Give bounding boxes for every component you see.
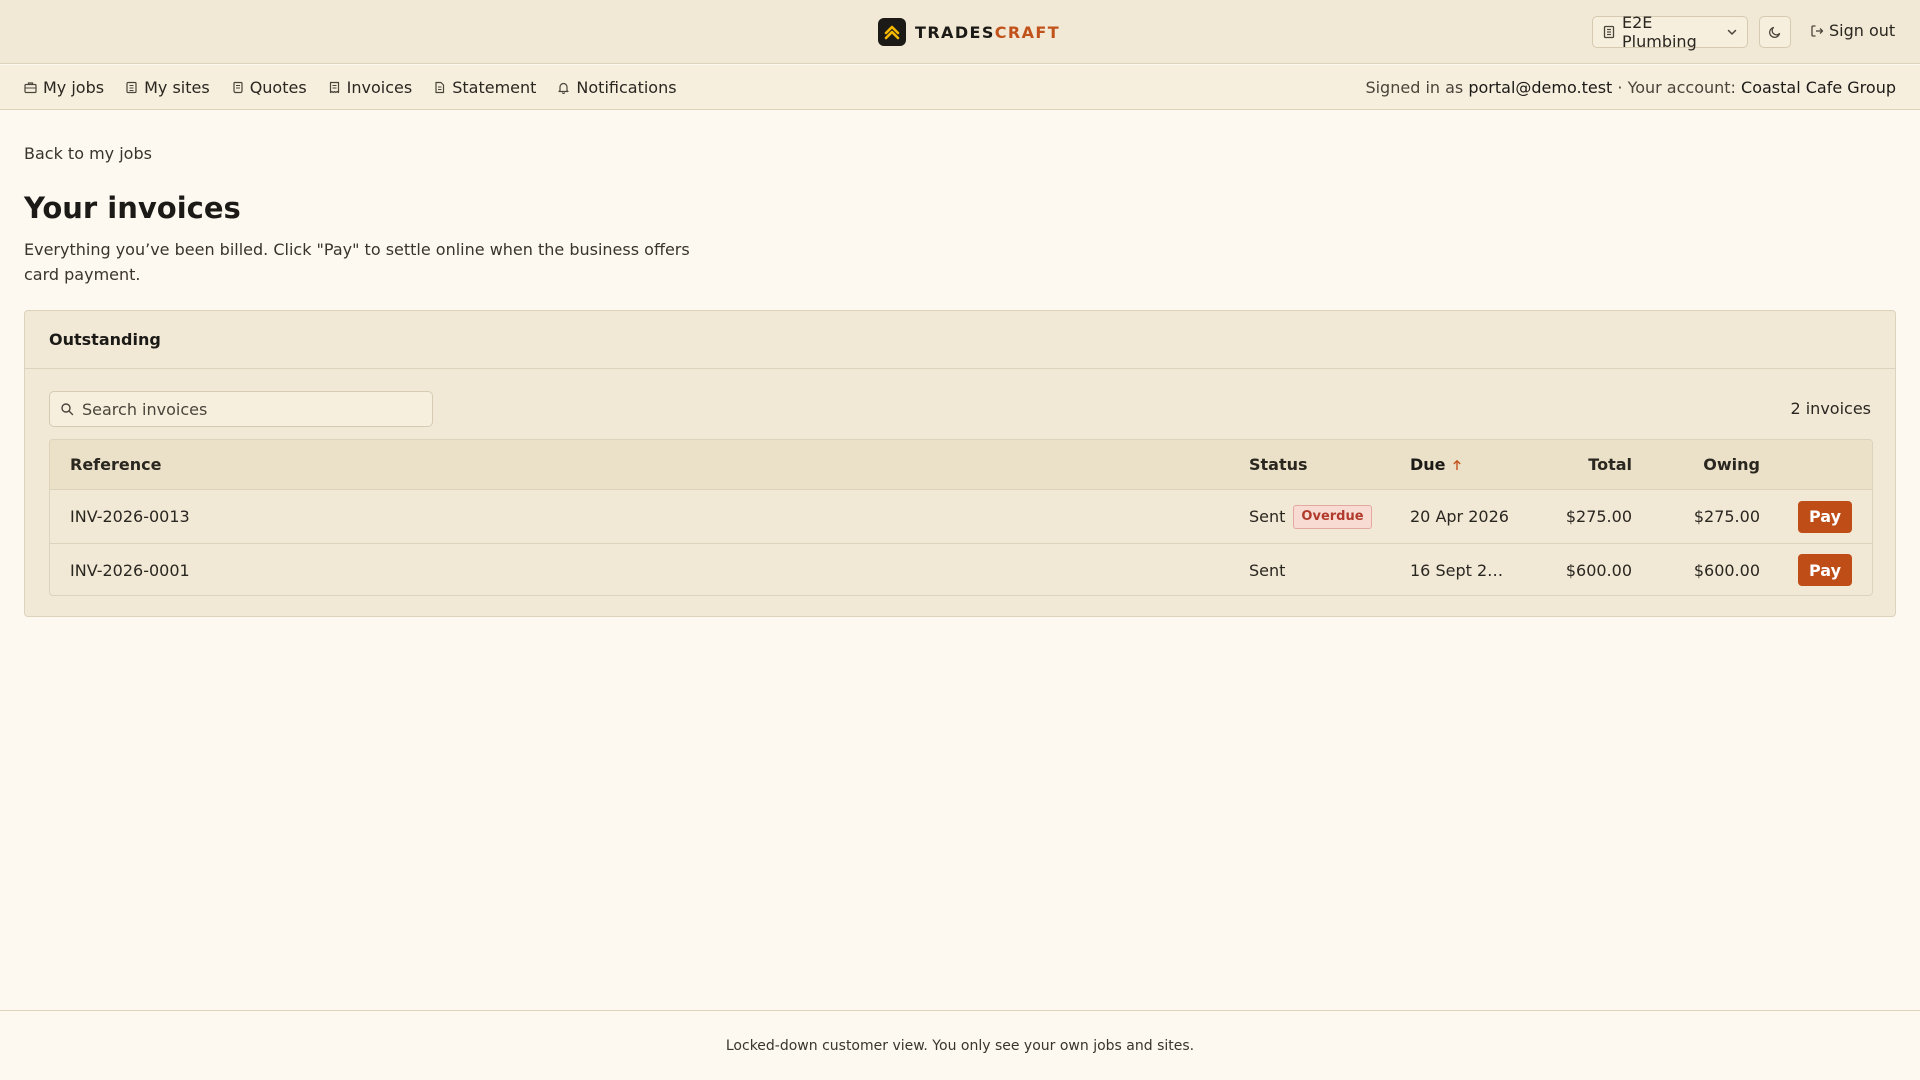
page-description: Everything you’ve been billed. Click "Pa… xyxy=(24,240,690,284)
invoices-table: Reference Status Due Total Owing INV-202… xyxy=(49,439,1873,596)
search-input[interactable] xyxy=(82,399,422,419)
log-out-icon xyxy=(1810,24,1824,38)
invoice-owing: $600.00 xyxy=(1693,560,1760,580)
document-icon xyxy=(433,81,446,94)
back-to-jobs-link[interactable]: Back to my jobs xyxy=(24,144,152,163)
nav-item-notifications[interactable]: Notifications xyxy=(557,77,677,97)
building-icon xyxy=(125,81,138,94)
invoice-reference[interactable]: INV-2026-0013 xyxy=(70,490,190,543)
organization-select-value: E2E Plumbing xyxy=(1622,13,1697,51)
status-text: Sent xyxy=(1249,507,1286,526)
table-row[interactable]: INV-2026-0001 Sent 16 Sept 2026 $600.00 … xyxy=(50,543,1872,595)
moon-icon xyxy=(1768,25,1782,39)
chevrons-up-icon xyxy=(878,18,906,46)
column-header-owing[interactable]: Owing xyxy=(1703,440,1760,489)
footer: Locked-down customer view. You only see … xyxy=(0,1010,1920,1080)
invoice-status: Sent xyxy=(1249,544,1286,595)
signed-in-email: portal@demo.test xyxy=(1468,78,1613,97)
invoice-action: Pay xyxy=(1798,490,1852,543)
bell-icon xyxy=(557,81,570,94)
invoice-search-field[interactable] xyxy=(49,391,433,427)
nav-items: My jobs My sites Quotes Invoices Stateme… xyxy=(24,65,677,109)
invoice-due-date: 16 Sept 2026 xyxy=(1410,544,1510,595)
column-header-total[interactable]: Total xyxy=(1588,440,1632,489)
column-header-due[interactable]: Due xyxy=(1410,440,1462,489)
brand-logo[interactable]: TRADESCRAFT xyxy=(878,18,1060,46)
column-header-reference[interactable]: Reference xyxy=(70,440,161,489)
overdue-badge: Overdue xyxy=(1293,504,1372,529)
due-date-text: 20 Apr 2026 xyxy=(1410,507,1509,526)
receipt-icon xyxy=(328,81,341,94)
sort-ascending-icon xyxy=(1452,459,1462,471)
table-row[interactable]: INV-2026-0013 Sent Overdue 20 Apr 2026 $… xyxy=(50,490,1872,543)
due-date-text: 16 Sept 2026 xyxy=(1410,560,1510,580)
nav-item-invoices[interactable]: Invoices xyxy=(328,77,413,97)
page-title: Your invoices xyxy=(24,191,241,225)
column-header-status[interactable]: Status xyxy=(1249,440,1308,489)
pay-button[interactable]: Pay xyxy=(1798,500,1852,533)
outstanding-invoices-card: Outstanding 2 invoices Reference Status … xyxy=(24,310,1896,617)
nav-item-label: Notifications xyxy=(576,77,677,97)
top-bar: TRADESCRAFT E2E Plumbing Sign out xyxy=(0,0,1920,64)
theme-toggle-button[interactable] xyxy=(1759,16,1791,48)
sign-out-label: Sign out xyxy=(1829,21,1896,40)
invoice-total: $600.00 xyxy=(1565,560,1632,580)
organization-select[interactable]: E2E Plumbing xyxy=(1592,13,1748,51)
sign-out-button[interactable]: Sign out xyxy=(1810,21,1895,40)
building-icon xyxy=(1602,25,1616,39)
table-header-row: Reference Status Due Total Owing xyxy=(50,440,1872,490)
nav-item-label: My sites xyxy=(144,77,210,97)
nav-item-quotes[interactable]: Quotes xyxy=(231,78,307,97)
invoice-owing: $275.00 xyxy=(1693,507,1760,526)
nav-item-label: Statement xyxy=(452,77,537,97)
account-info: Signed in as portal@demo.test · Your acc… xyxy=(1365,78,1896,97)
pay-button[interactable]: Pay xyxy=(1798,554,1852,586)
nav-item-label: My jobs xyxy=(43,77,105,97)
nav-item-label: Invoices xyxy=(346,77,413,97)
invoice-reference[interactable]: INV-2026-0001 xyxy=(70,544,190,595)
column-header-due-label: Due xyxy=(1410,455,1446,474)
status-text: Sent xyxy=(1249,560,1286,580)
account-prefix: · Your account: xyxy=(1617,78,1736,97)
nav-item-my-sites[interactable]: My sites xyxy=(125,78,210,97)
briefcase-icon xyxy=(24,81,37,94)
brand-name-part2: CRAFT xyxy=(994,22,1061,42)
chevron-down-icon xyxy=(1726,26,1738,38)
card-title: Outstanding xyxy=(25,311,1895,369)
invoice-due-date: 20 Apr 2026 xyxy=(1410,490,1510,543)
nav-item-label: Quotes xyxy=(249,77,307,97)
invoice-total: $275.00 xyxy=(1565,507,1632,526)
invoice-action: Pay xyxy=(1798,544,1852,595)
invoice-count: 2 invoices xyxy=(1790,399,1871,418)
brand-name-part1: TRADES xyxy=(915,22,995,42)
nav-item-statement[interactable]: Statement xyxy=(433,78,536,97)
footer-text: Locked-down customer view. You only see … xyxy=(725,1037,1195,1054)
nav-item-my-jobs[interactable]: My jobs xyxy=(24,78,104,97)
search-icon xyxy=(60,402,74,416)
scroll-icon xyxy=(231,81,244,94)
invoice-status: Sent Overdue xyxy=(1249,490,1372,543)
account-name: Coastal Cafe Group xyxy=(1741,78,1896,97)
signed-in-prefix: Signed in as xyxy=(1365,78,1464,97)
nav-bar: My jobs My sites Quotes Invoices Stateme… xyxy=(0,65,1920,110)
brand-name: TRADESCRAFT xyxy=(915,23,1060,42)
